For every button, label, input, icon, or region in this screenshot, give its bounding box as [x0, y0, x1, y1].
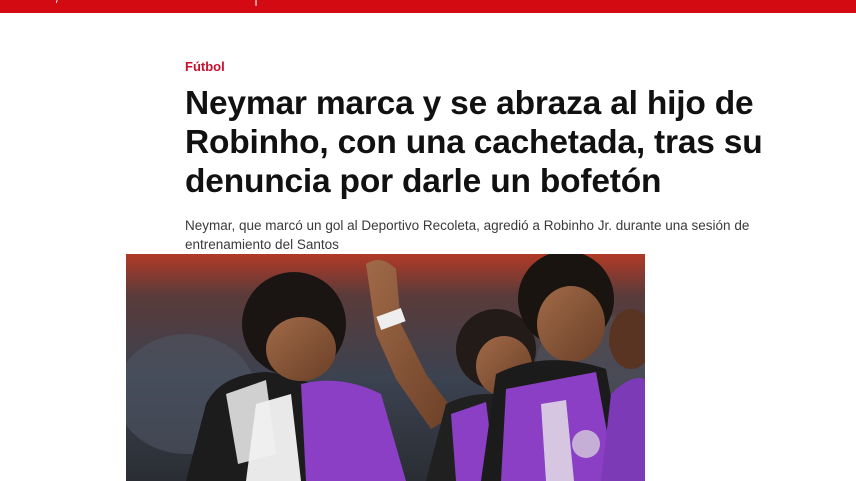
nav-item-fragment[interactable]: ▔▔▔▔▔▔▔: [432, 0, 491, 6]
nav-item-fragment[interactable]: ▔▔▔▔▔▔▔: [735, 0, 794, 6]
site-logo-fragment[interactable]: ▔▔▔▔/: [22, 0, 59, 6]
nav-item-fragment[interactable]: ▔▔▔▔: [620, 0, 654, 6]
article-photo: [126, 254, 645, 481]
players-celebrating-image: [126, 254, 645, 481]
section-link[interactable]: Fútbol: [185, 59, 225, 75]
article-subheadline: Neymar, que marcó un gol al Deportivo Re…: [185, 218, 750, 252]
article-header: Fútbol Neymar marca y se abraza al hijo …: [185, 58, 805, 254]
top-navigation-bar: ▔▔▔▔/ ▕ ▔▔▔▔▔▔▔ ▔▔▔▔ ▔▔▔▔▔▔▔: [0, 0, 856, 13]
article-headline: Neymar marca y se abraza al hijo de Robi…: [185, 85, 763, 200]
nav-item-fragment[interactable]: ▕: [248, 0, 256, 6]
